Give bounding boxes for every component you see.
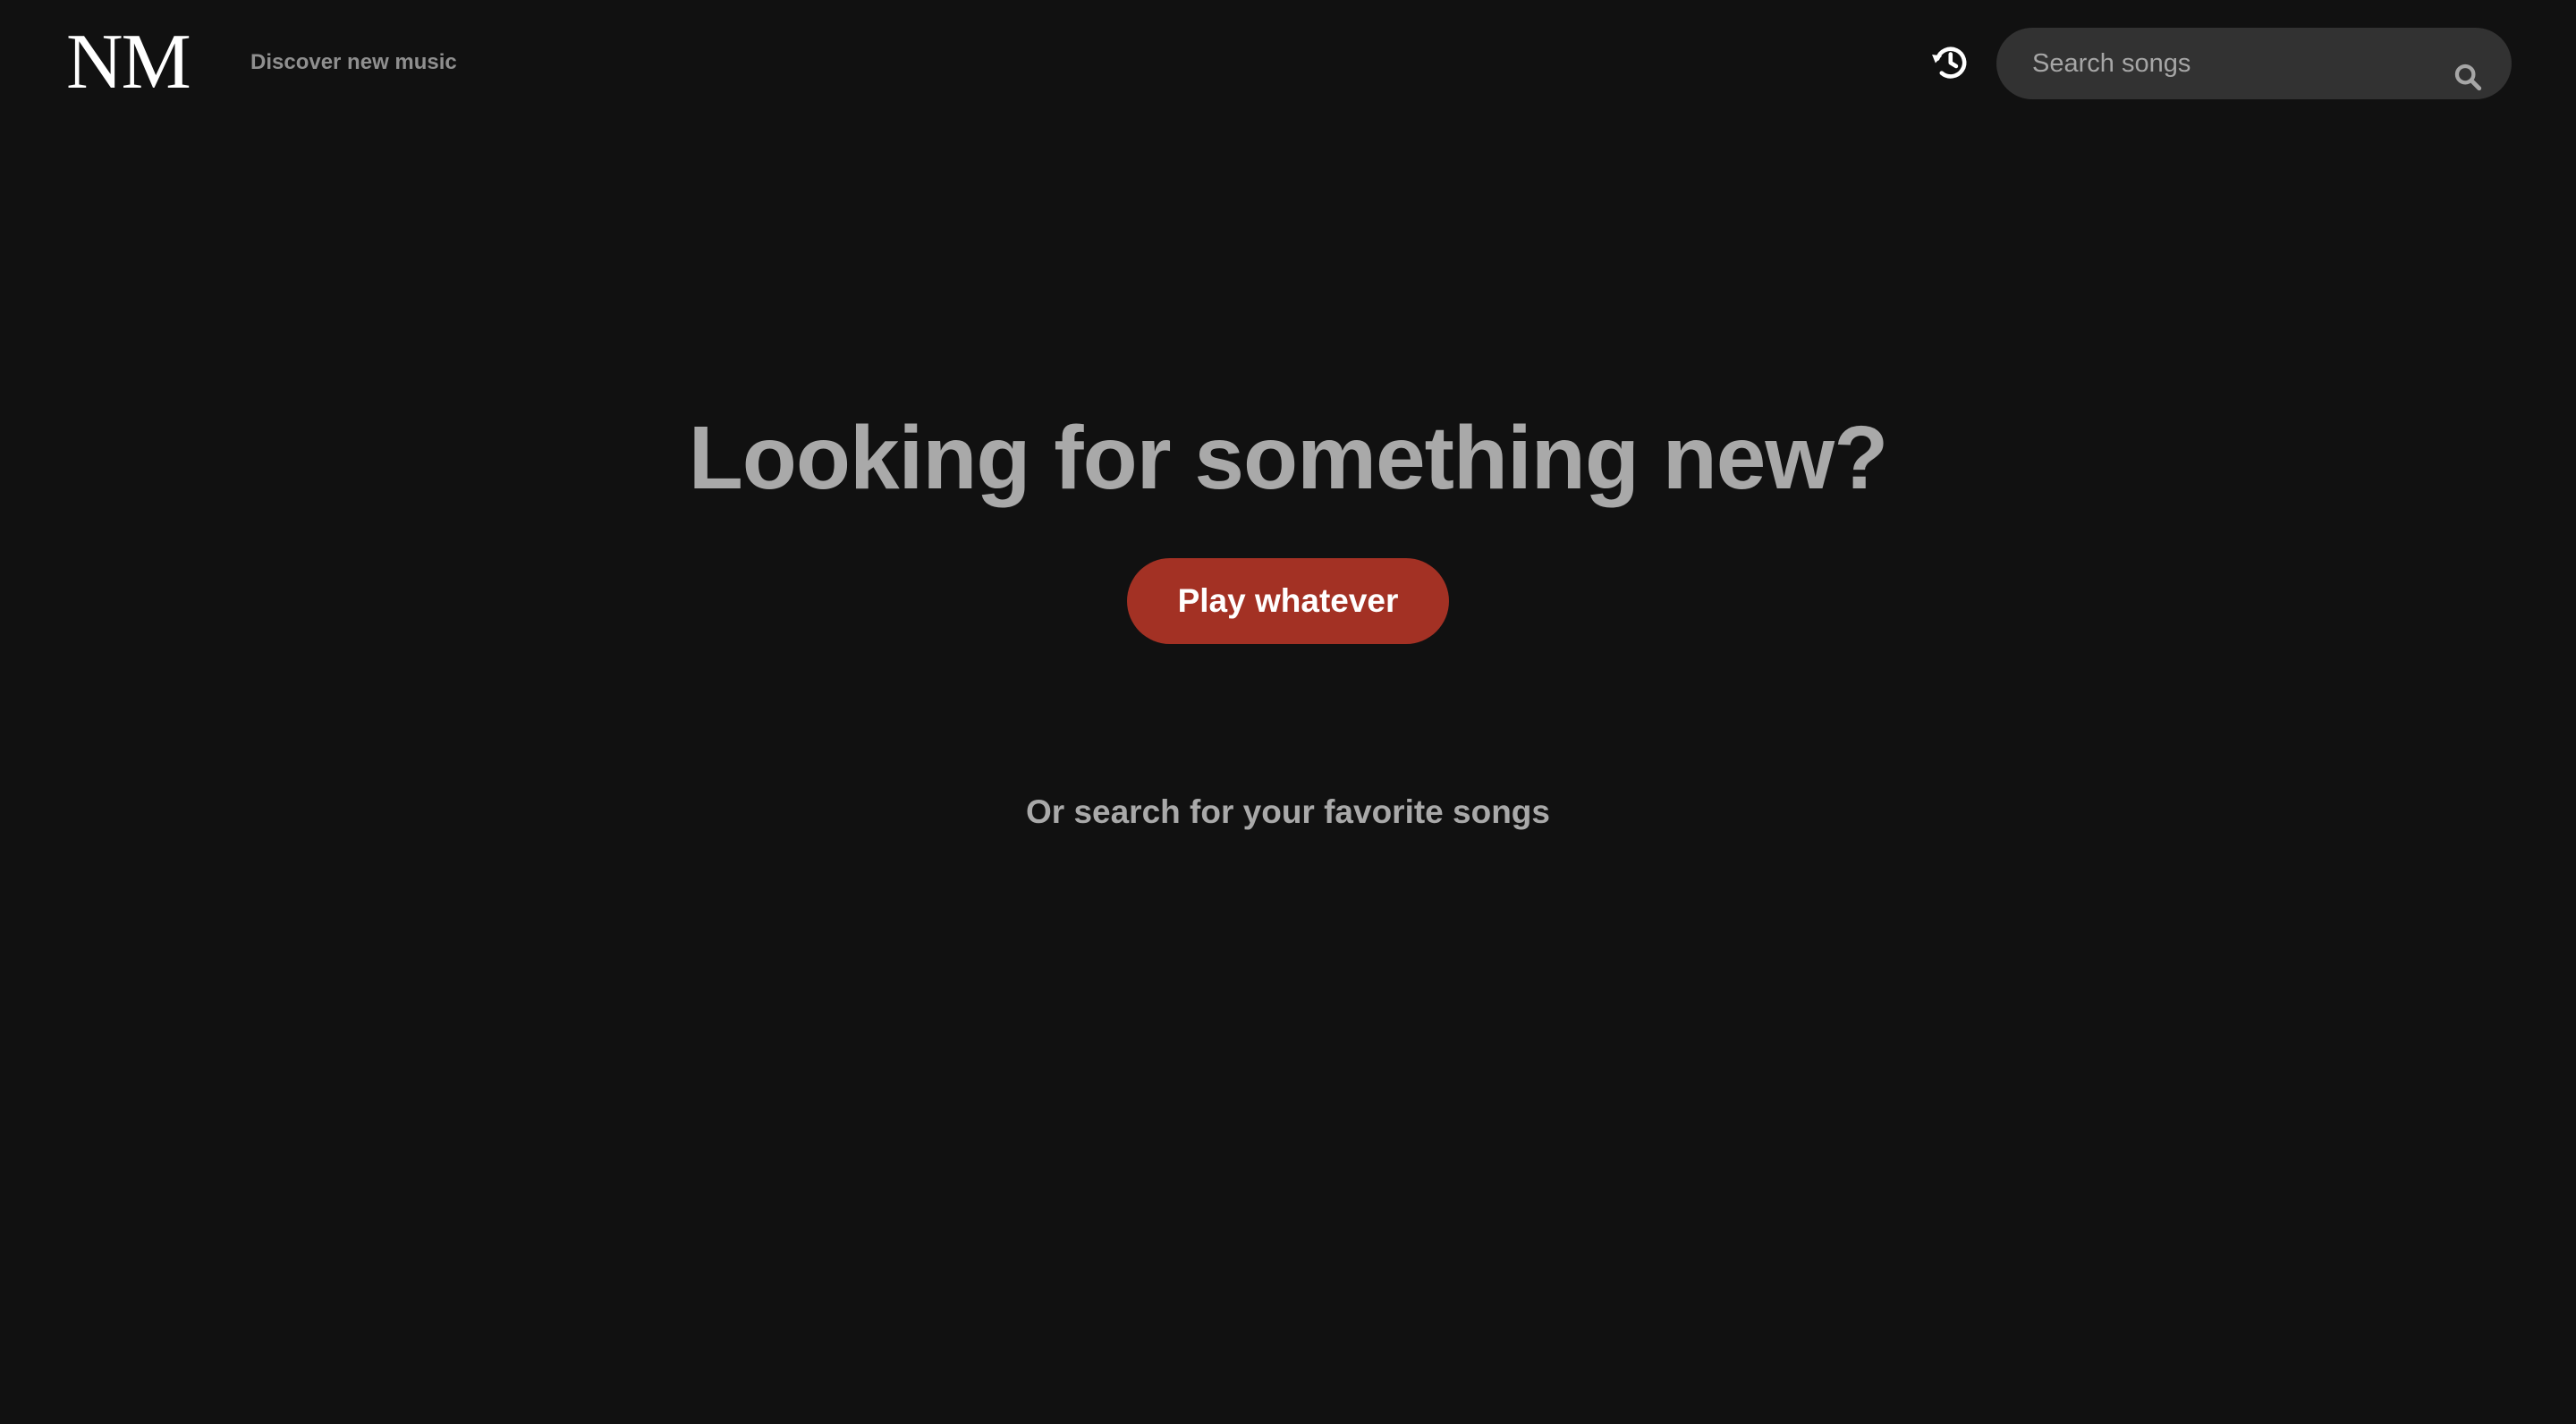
history-icon — [1932, 47, 1967, 79]
top-bar: NM Discover new music — [0, 0, 2576, 127]
play-whatever-button[interactable]: Play whatever — [1127, 558, 1449, 644]
search-bar — [1996, 28, 2512, 99]
search-prompt-text: Or search for your favorite songs — [1025, 793, 1550, 830]
app-page: NM Discover new music Looking for someth… — [0, 0, 2576, 1424]
search-button[interactable] — [2449, 58, 2487, 96]
tagline: Discover new music — [250, 50, 457, 74]
history-button[interactable] — [1928, 39, 1972, 84]
search-icon — [2454, 64, 2482, 91]
search-input[interactable] — [2032, 44, 2426, 83]
hero-title: Looking for something new? — [688, 408, 1889, 508]
logo[interactable]: NM — [66, 20, 191, 106]
